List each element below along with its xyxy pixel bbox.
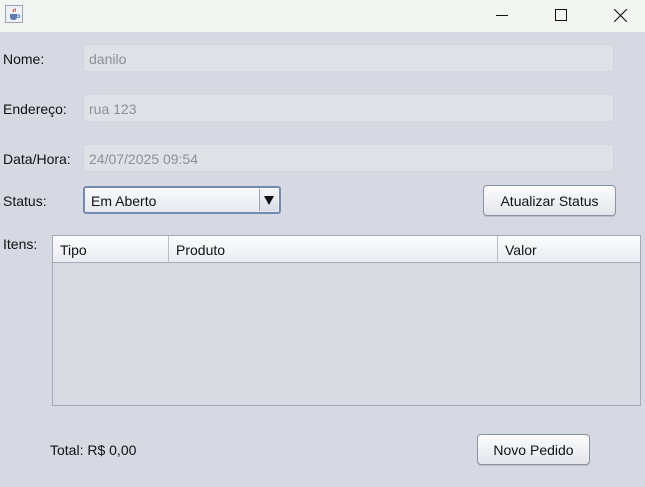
atualizar-status-button[interactable]: Atualizar Status [483,185,616,216]
minimize-icon [496,15,508,16]
column-header-valor[interactable]: Valor [498,236,640,262]
chevron-down-icon [264,195,274,205]
maximize-button[interactable] [538,0,584,30]
datahora-label: Data/Hora: [3,151,71,167]
nome-label: Nome: [3,51,45,67]
column-header-tipo[interactable]: Tipo [53,236,169,262]
close-button[interactable] [597,0,643,30]
column-header-produto[interactable]: Produto [169,236,498,262]
endereco-field[interactable]: rua 123 [83,94,614,122]
table-header: Tipo Produto Valor [53,236,640,263]
status-selected-value: Em Aberto [91,193,157,209]
total-label: Total: R$ 0,00 [50,442,137,458]
endereco-label: Endereço: [3,101,67,117]
title-bar [0,0,645,32]
itens-table[interactable]: Tipo Produto Valor [52,235,641,406]
table-body[interactable] [53,263,640,405]
datahora-field[interactable]: 24/07/2025 09:54 [83,144,614,172]
close-icon [613,8,627,22]
status-label: Status: [3,193,47,209]
dropdown-arrow-button[interactable] [259,189,278,211]
status-combobox[interactable]: Em Aberto [83,186,281,214]
nome-field[interactable]: danilo [83,44,614,72]
java-cup-icon[interactable] [5,5,23,23]
maximize-icon [555,9,567,21]
itens-label: Itens: [3,236,38,252]
minimize-button[interactable] [479,0,525,30]
novo-pedido-button[interactable]: Novo Pedido [477,434,590,465]
